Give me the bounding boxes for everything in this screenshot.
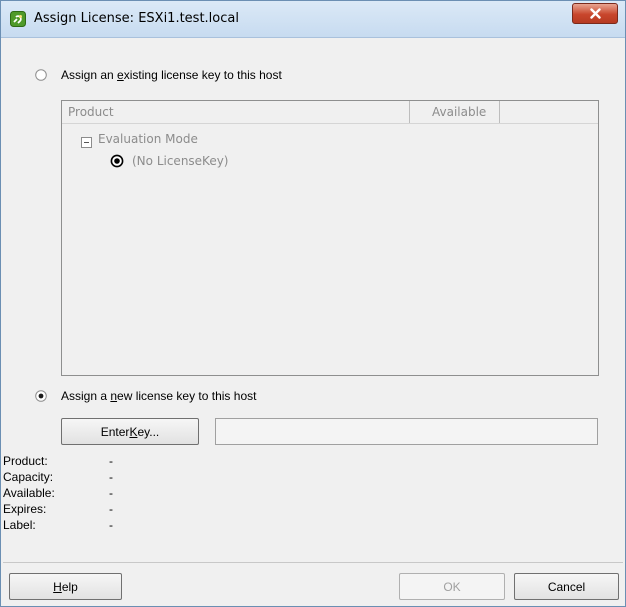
help-button[interactable]: Help xyxy=(9,573,122,600)
radio-new-key[interactable] xyxy=(35,390,47,402)
detail-value-expires: - xyxy=(109,502,113,516)
detail-value-label: - xyxy=(109,518,113,532)
detail-label-available: Available: xyxy=(3,486,55,500)
column-header-available[interactable]: Available xyxy=(432,105,486,119)
cancel-button[interactable]: Cancel xyxy=(514,573,619,600)
close-icon xyxy=(589,8,601,19)
assign-license-dialog: Assign License: ESXi1.test.local Assign … xyxy=(0,0,626,607)
radio-existing-key[interactable] xyxy=(35,69,47,81)
enter-key-accel: K xyxy=(129,424,138,439)
vsphere-license-icon xyxy=(10,11,26,27)
license-select-radio[interactable] xyxy=(110,154,124,168)
detail-value-available: - xyxy=(109,486,113,500)
detail-label-capacity: Capacity: xyxy=(3,470,54,484)
tree-group-evaluation-mode: Evaluation Mode xyxy=(98,132,198,146)
column-header-product[interactable]: Product xyxy=(68,105,114,119)
close-button[interactable] xyxy=(572,3,618,24)
list-header: Product Available xyxy=(62,101,598,124)
detail-value-product: - xyxy=(109,454,113,468)
option-existing-text-b: xisting license key to this host xyxy=(123,68,282,82)
dialog-title: Assign License: ESXi1.test.local xyxy=(34,11,239,26)
option-existing-text-a: Assign an xyxy=(61,68,118,82)
option-new-text-b: ew license key to this host xyxy=(117,389,257,403)
title-bar[interactable]: Assign License: ESXi1.test.local xyxy=(1,1,625,38)
ok-button[interactable]: OK xyxy=(399,573,505,600)
detail-value-capacity: - xyxy=(109,470,113,484)
column-divider[interactable] xyxy=(409,101,410,123)
detail-label-product: Product: xyxy=(3,454,48,468)
license-key-field[interactable] xyxy=(215,418,598,445)
help-text: elp xyxy=(61,579,78,594)
option-new-text-a: Assign a xyxy=(61,389,111,403)
option-new-key-label[interactable]: Assign a new license key to this host xyxy=(61,389,256,403)
help-accel: H xyxy=(53,579,62,594)
license-item-no-key[interactable]: (No LicenseKey) xyxy=(132,154,229,168)
enter-key-button[interactable]: Enter Key... xyxy=(61,418,199,445)
option-existing-accel: e xyxy=(117,68,124,82)
footer-divider xyxy=(3,562,623,563)
enter-key-text-b: ey... xyxy=(137,424,160,439)
collapse-icon[interactable] xyxy=(81,137,92,148)
enter-key-text-a: Enter xyxy=(100,424,130,439)
license-list[interactable]: Product Available Evaluation Mode (No Li… xyxy=(61,100,599,376)
detail-label-label: Label: xyxy=(3,518,36,532)
option-existing-key-label[interactable]: Assign an existing license key to this h… xyxy=(61,68,282,82)
detail-label-expires: Expires: xyxy=(3,502,47,516)
column-divider[interactable] xyxy=(499,101,500,123)
